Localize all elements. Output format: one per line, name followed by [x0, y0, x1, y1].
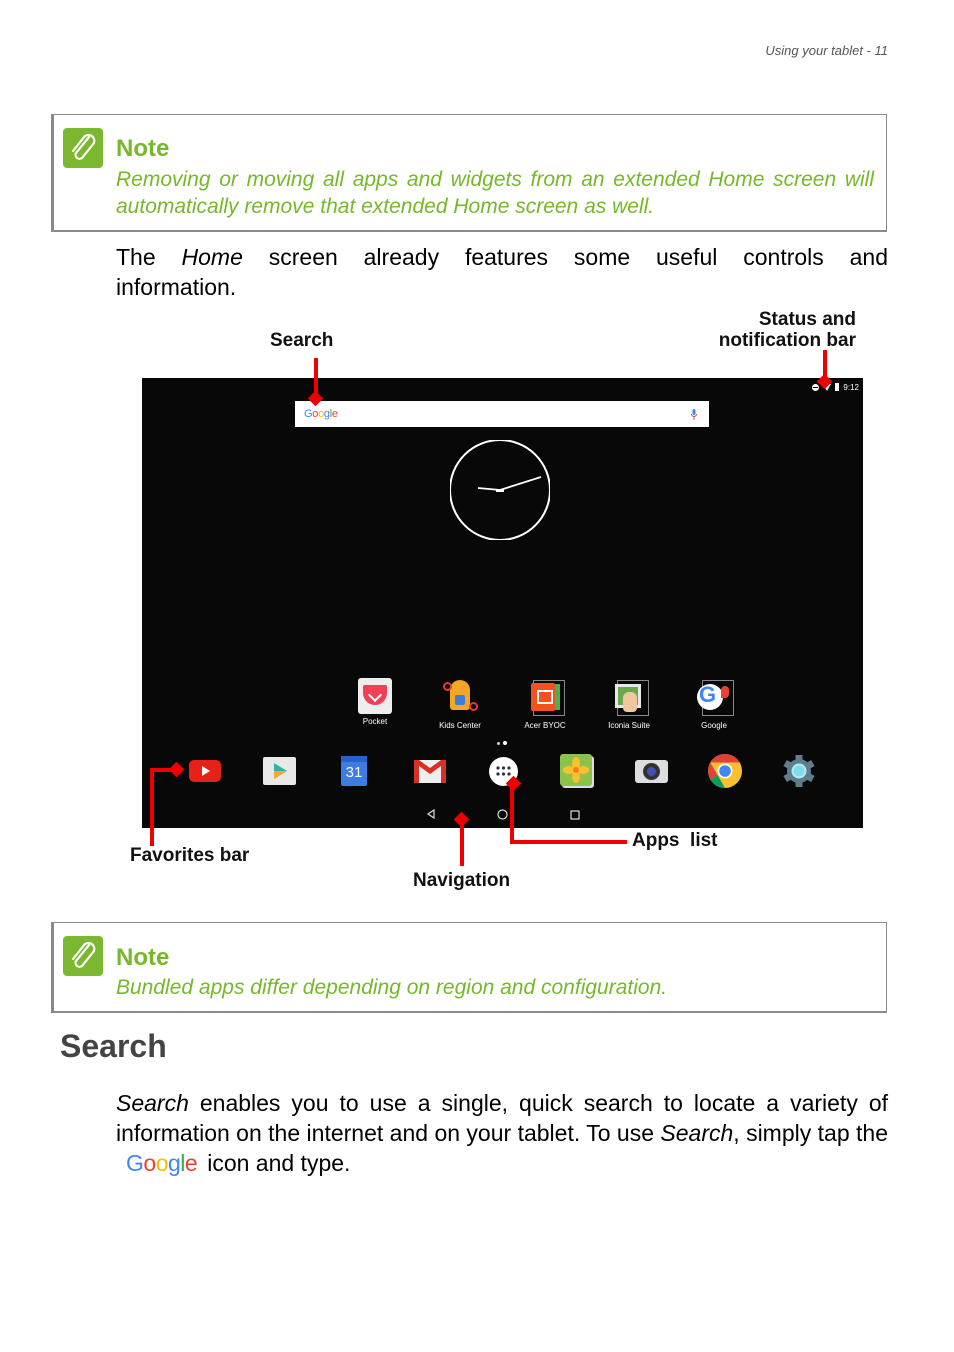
battery-icon	[835, 383, 840, 391]
chrome-icon	[708, 754, 742, 788]
app-google-folder[interactable]: G Google	[684, 678, 744, 730]
recents-icon	[570, 810, 580, 820]
paperclip-icon	[63, 128, 103, 168]
app-label: Iconia Suite	[608, 721, 650, 730]
callout-favorites-bar: Favorites bar	[130, 845, 250, 866]
fav-camera[interactable]	[632, 751, 672, 791]
search-text: , simply tap the	[733, 1120, 888, 1146]
search-text: icon and type.	[207, 1150, 351, 1176]
intro-emphasis: Home	[181, 244, 243, 270]
note-text: Bundled apps differ depending on region …	[116, 976, 668, 999]
dnd-icon	[812, 383, 820, 391]
note-title: Note	[116, 944, 170, 971]
home-icon	[497, 809, 508, 820]
app-label: Google	[701, 721, 727, 730]
clock-minute-hand	[499, 476, 542, 491]
callout-status-line: Status and	[758, 309, 856, 330]
gmail-icon	[414, 760, 446, 783]
settings-icon	[783, 755, 815, 787]
clock-center	[496, 489, 504, 492]
google-logo-inline: Google	[126, 1150, 198, 1176]
callout-status-line: notification bar	[718, 330, 856, 351]
status-time: 9:12	[843, 382, 859, 392]
intro-paragraph: The Home screen already features some us…	[116, 242, 888, 302]
callout-apps-list: Apps list	[632, 830, 718, 851]
app-pocket[interactable]: Pocket	[345, 678, 405, 726]
pocket-icon	[358, 678, 392, 714]
paperclip-icon	[63, 936, 103, 976]
fav-gallery[interactable]	[557, 751, 597, 791]
callout-navigation: Navigation	[413, 870, 511, 891]
search-emphasis: Search	[660, 1120, 734, 1146]
google-logo: Google	[304, 408, 338, 420]
search-emphasis: Search	[116, 1090, 189, 1116]
app-acer-byoc[interactable]: Acer BYOC	[515, 678, 575, 730]
app-label: Pocket	[362, 717, 388, 726]
analog-clock-widget[interactable]	[450, 440, 550, 540]
note-text: Removing or moving all apps and widgets …	[116, 168, 874, 218]
callout-search: Search	[270, 330, 334, 351]
youtube-icon	[189, 760, 221, 782]
page-dot	[497, 741, 500, 745]
back-icon	[426, 809, 435, 819]
fav-chrome[interactable]	[705, 751, 745, 791]
note-box: Note Removing or moving all apps and wid…	[51, 114, 887, 232]
microphone-icon[interactable]	[691, 408, 697, 420]
fav-youtube[interactable]	[187, 751, 227, 791]
page-indicator	[497, 741, 507, 745]
home-button[interactable]	[497, 809, 508, 820]
camera-icon	[635, 760, 668, 783]
running-header: Using your tablet - 11	[765, 43, 888, 58]
calendar-icon: 31	[341, 756, 367, 786]
intro-text: screen already features some useful cont…	[268, 244, 889, 270]
tablet-home-screen: 9:12 Google Pocket Kids Center Acer BYOC…	[142, 378, 863, 828]
app-iconia-suite[interactable]: Iconia Suite	[599, 678, 659, 730]
acer-byoc-icon	[525, 678, 565, 718]
play-store-icon	[263, 757, 296, 785]
google-folder-icon: G	[694, 678, 734, 718]
intro-line-1: The Home screen already features some us…	[116, 242, 888, 272]
intro-text: The	[116, 244, 156, 270]
back-button[interactable]	[426, 809, 436, 819]
intro-line-2: information.	[116, 274, 237, 300]
calendar-date: 31	[345, 764, 363, 781]
app-label: Acer BYOC	[524, 721, 566, 730]
search-paragraph: Search enables you to use a single, quic…	[116, 1088, 888, 1178]
recents-button[interactable]	[570, 810, 580, 820]
fav-calendar[interactable]: 31	[336, 751, 376, 791]
section-heading: Search	[60, 1028, 167, 1064]
kids-center-icon	[440, 678, 480, 718]
fav-gmail[interactable]	[410, 751, 450, 791]
app-kids-center[interactable]: Kids Center	[430, 678, 490, 730]
iconia-suite-icon	[609, 678, 649, 718]
gallery-icon	[560, 754, 592, 786]
app-label: Kids Center	[439, 721, 481, 730]
page-dot-active	[503, 741, 507, 745]
google-search-bar[interactable]: Google	[295, 401, 709, 427]
note-title: Note	[116, 135, 170, 162]
callout-status-bar: Status and notification bar	[700, 309, 856, 351]
note-box: Note Bundled apps differ depending on re…	[51, 922, 887, 1013]
fav-play-store[interactable]	[262, 751, 302, 791]
fav-settings[interactable]	[779, 751, 819, 791]
